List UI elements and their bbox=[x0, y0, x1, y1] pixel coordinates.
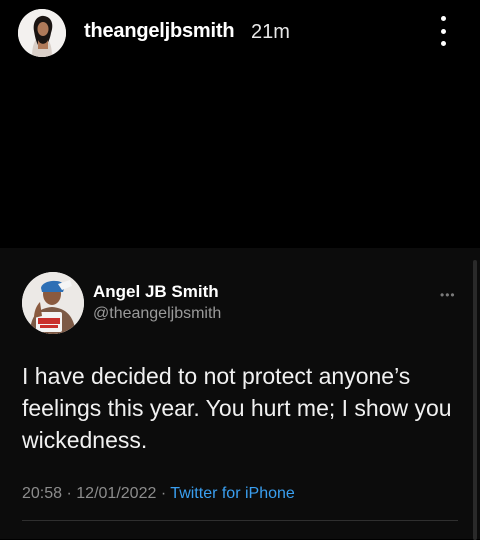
tweet-source-link[interactable]: Twitter for iPhone bbox=[170, 485, 295, 502]
divider bbox=[22, 520, 458, 521]
avatar-photo-icon bbox=[18, 9, 66, 57]
separator: · bbox=[160, 485, 171, 502]
tweet-author-handle[interactable]: @theangeljbsmith bbox=[93, 305, 221, 323]
story-avatar[interactable] bbox=[18, 9, 66, 57]
tweet-date: 12/01/2022 bbox=[76, 485, 157, 502]
profile-photo-icon bbox=[22, 272, 84, 334]
story-header: theangeljbsmith 21m bbox=[0, 0, 480, 66]
tweet-author-name[interactable]: Angel JB Smith bbox=[93, 282, 219, 302]
tweet-time: 20:58 bbox=[22, 485, 63, 502]
story-username[interactable]: theangeljbsmith bbox=[84, 20, 235, 43]
scrollbar[interactable] bbox=[473, 260, 477, 540]
more-horizontal-icon[interactable]: ••• bbox=[440, 288, 456, 302]
tweet-metadata: 20:58 · 12/01/2022 · Twitter for iPhone bbox=[22, 485, 295, 503]
tweet-card: Angel JB Smith @theangeljbsmith ••• I ha… bbox=[0, 248, 480, 540]
tweet-text: I have decided to not protect anyone’s f… bbox=[22, 363, 452, 453]
separator: · bbox=[66, 485, 77, 502]
tweet-avatar[interactable] bbox=[22, 272, 84, 334]
more-options-icon[interactable] bbox=[436, 16, 450, 46]
story-timestamp: 21m bbox=[251, 21, 290, 43]
